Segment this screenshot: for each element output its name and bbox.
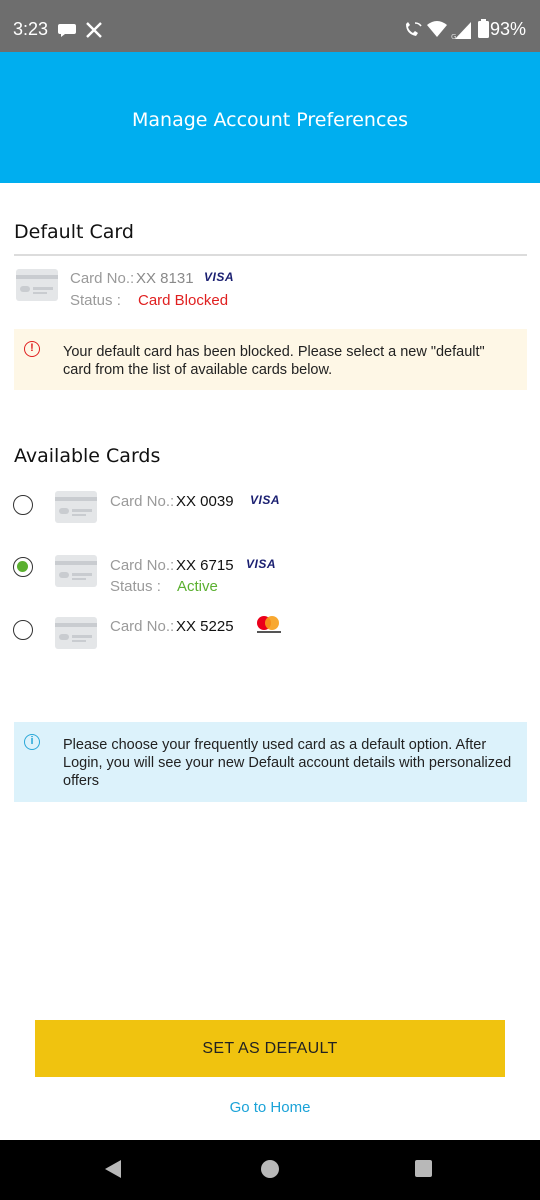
go-to-home-link[interactable]: Go to Home [0, 1099, 540, 1116]
system-nav-bar [0, 1140, 540, 1200]
card-no-label: Card No.: [110, 557, 175, 574]
x-logo-icon [85, 21, 103, 43]
card-no-label: Card No.: [110, 493, 175, 510]
status-bar: 3:23 G 93% [0, 0, 540, 52]
card-number: XX 0039 [176, 493, 234, 510]
svg-text:G: G [451, 33, 456, 40]
battery-percent: 93% [489, 19, 526, 39]
wifi-calling-icon [403, 21, 423, 43]
card-icon [55, 617, 97, 649]
exclamation-circle-icon: ! [24, 341, 40, 357]
status-label: Status : [70, 292, 121, 309]
status-label: Status : [110, 578, 161, 595]
blocked-card-alert-text: Your default card has been blocked. Plea… [63, 344, 485, 378]
signal-icon: G [451, 20, 473, 44]
default-card-info-alert: i Please choose your frequently used car… [14, 722, 527, 802]
battery-icon [478, 19, 489, 42]
available-cards-heading: Available Cards [14, 445, 161, 467]
info-alert-text: Please choose your frequently used card … [63, 737, 512, 789]
card-status: Active [177, 578, 218, 595]
recents-icon[interactable] [415, 1160, 432, 1177]
card-no-label: Card No.: [70, 270, 135, 287]
set-as-default-button[interactable]: SET AS DEFAULT [35, 1020, 505, 1077]
divider [14, 254, 527, 256]
visa-logo: VISA [250, 493, 281, 507]
card-icon [55, 555, 97, 587]
card-radio-5225[interactable] [13, 620, 33, 640]
blocked-card-alert: ! Your default card has been blocked. Pl… [14, 329, 527, 390]
app-header: Manage Account Preferences [0, 52, 540, 183]
status-time: 3:23 [13, 19, 49, 39]
info-circle-icon: i [24, 734, 40, 750]
home-icon[interactable] [261, 1160, 279, 1178]
card-number: XX 5225 [176, 618, 234, 635]
visa-logo: VISA [204, 270, 235, 284]
card-radio-6715[interactable] [13, 557, 33, 577]
card-icon [55, 491, 97, 523]
card-no-label: Card No.: [110, 618, 175, 635]
page-title: Manage Account Preferences [131, 109, 408, 131]
mastercard-logo [257, 616, 281, 636]
visa-logo: VISA [246, 557, 277, 571]
card-icon [16, 269, 58, 301]
card-radio-0039[interactable] [13, 495, 33, 515]
default-card-number: XX 8131 [136, 270, 194, 287]
default-card-status: Card Blocked [138, 292, 229, 309]
card-number: XX 6715 [176, 557, 234, 574]
back-icon[interactable] [105, 1160, 121, 1178]
default-card-heading: Default Card [14, 221, 134, 243]
wifi-icon [427, 20, 447, 42]
message-icon [58, 22, 76, 42]
